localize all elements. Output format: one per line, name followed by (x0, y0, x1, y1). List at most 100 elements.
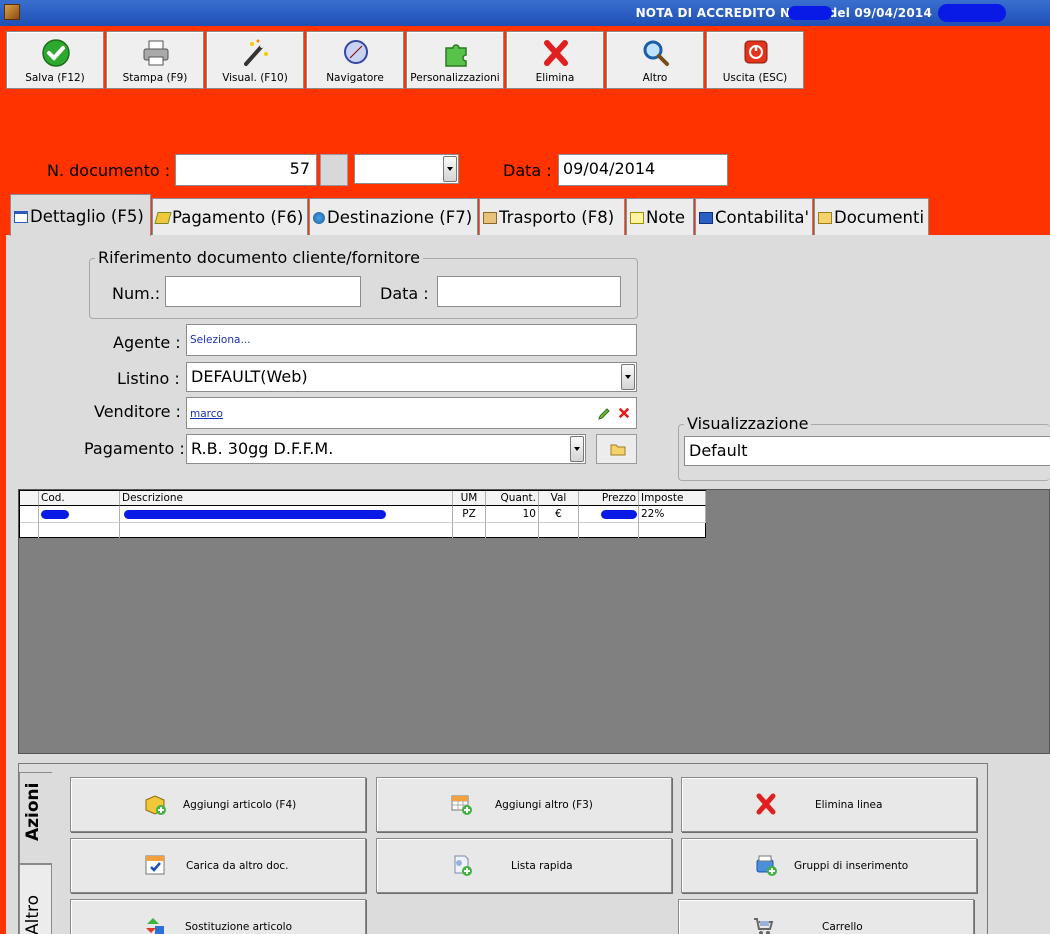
tab-dettaglio[interactable]: Dettaglio (F5) (10, 194, 151, 236)
new-row-cell[interactable] (579, 523, 639, 538)
seller-link[interactable]: marco (190, 408, 223, 420)
col-header-um[interactable]: UM (453, 491, 486, 506)
redaction (124, 510, 386, 519)
seller-field[interactable]: marco (186, 397, 637, 429)
cell-um[interactable]: PZ (453, 506, 486, 523)
tab-pagamento[interactable]: Pagamento (F6) (152, 198, 308, 235)
add-other-button[interactable]: Aggiungi altro (F3) (376, 777, 672, 832)
price-list-value: DEFAULT(Web) (191, 367, 308, 386)
tab-contabilita[interactable]: Contabilita' (695, 198, 813, 235)
check-icon (42, 39, 70, 67)
insert-groups-button[interactable]: Gruppi di inserimento (681, 838, 977, 893)
payment-icon (154, 212, 172, 224)
cell-prezzo[interactable] (579, 506, 639, 523)
doc-number-label: N. documento : (47, 161, 171, 180)
cell-descrizione[interactable] (120, 506, 453, 523)
customize-button[interactable]: Personalizzazioni (406, 31, 504, 89)
save-button[interactable]: Salva (F12) (6, 31, 104, 89)
col-header-imposte[interactable]: Imposte (639, 491, 706, 506)
col-header-prezzo[interactable]: Prezzo (579, 491, 639, 506)
replace-icon (146, 918, 164, 934)
redaction (788, 6, 832, 20)
chevron-down-icon[interactable] (570, 436, 584, 462)
tab-azioni[interactable]: Azioni (19, 772, 52, 864)
date-field[interactable]: 09/04/2014 (558, 154, 728, 186)
doc-number-field[interactable]: 57 (175, 154, 317, 186)
payment-label: Pagamento : (84, 439, 185, 458)
col-header-val[interactable]: Val (539, 491, 579, 506)
row-selector[interactable] (20, 506, 39, 523)
exit-button[interactable]: Uscita (ESC) (706, 31, 804, 89)
cart-button[interactable]: Carrello (678, 899, 974, 934)
cell-quant[interactable]: 10 (486, 506, 539, 523)
new-row-cell[interactable] (20, 523, 39, 538)
power-icon (744, 40, 768, 64)
tab-note[interactable]: Note (626, 198, 694, 235)
folder-icon (610, 444, 626, 456)
doc-series-button[interactable] (320, 154, 348, 186)
ref-num-field[interactable] (165, 276, 361, 307)
view-group-title: Visualizzazione (684, 414, 812, 433)
cell-cod[interactable] (39, 506, 120, 523)
compass-icon (344, 40, 368, 64)
load-from-doc-button[interactable]: Carica da altro doc. (70, 838, 366, 893)
ref-date-label: Data : (380, 284, 429, 303)
agent-field[interactable]: Seleziona... (186, 324, 637, 356)
title-bar: NOTA DI ACCREDITO N. ____ del 09/04/2014 (0, 0, 1050, 26)
note-icon (630, 212, 644, 224)
cell-imposte[interactable]: 22% (639, 506, 706, 523)
globe-icon (313, 212, 325, 224)
magic-wand-icon (244, 39, 268, 66)
chevron-down-icon[interactable] (621, 364, 635, 390)
delete-button[interactable]: Elimina (506, 31, 604, 89)
app-icon[interactable] (4, 4, 20, 20)
cell-val[interactable]: € (539, 506, 579, 523)
new-row-cell[interactable] (39, 523, 120, 538)
quick-list-button[interactable]: Lista rapida (376, 838, 672, 893)
book-icon (699, 212, 713, 224)
new-row-cell[interactable] (453, 523, 486, 538)
package-icon (483, 212, 497, 224)
agent-label: Agente : (113, 333, 181, 352)
grid-corner (20, 491, 39, 506)
navigator-button[interactable]: Navigatore (306, 31, 404, 89)
delete-x-icon (756, 793, 776, 815)
doc-series-combo[interactable] (354, 154, 459, 184)
other-button[interactable]: Altro (606, 31, 704, 89)
printer-icon (143, 40, 169, 66)
ref-date-field[interactable] (437, 276, 621, 307)
preview-button[interactable]: Visual. (F10) (206, 31, 304, 89)
tab-destinazione[interactable]: Destinazione (F7) (309, 198, 478, 235)
new-row-cell[interactable] (486, 523, 539, 538)
new-row-cell[interactable] (120, 523, 453, 538)
col-header-descrizione[interactable]: Descrizione (120, 491, 453, 506)
price-list-combo[interactable]: DEFAULT(Web) (186, 362, 637, 392)
payment-open-button[interactable] (596, 434, 637, 464)
new-row-cell[interactable] (539, 523, 579, 538)
search-icon (643, 40, 669, 66)
tab-documenti[interactable]: Documenti (814, 198, 929, 235)
col-header-quant[interactable]: Quant. (486, 491, 539, 506)
add-article-button[interactable]: Aggiungi articolo (F4) (70, 777, 366, 832)
edit-pencil-icon[interactable] (597, 407, 611, 421)
calendar-icon (14, 211, 28, 223)
redaction (41, 510, 69, 519)
tab-trasporto[interactable]: Trasporto (F8) (479, 198, 625, 235)
seller-label: Venditore : (94, 402, 181, 421)
puzzle-icon (445, 44, 467, 67)
replace-article-button[interactable]: Sostituzione articolo (70, 899, 366, 934)
clear-x-icon[interactable] (618, 407, 630, 419)
items-grid[interactable]: Cod. Descrizione UM Quant. Val Prezzo Im… (19, 490, 706, 538)
group-add-icon (756, 855, 777, 876)
date-label: Data : (503, 161, 552, 180)
tab-altro[interactable]: Altro (19, 864, 52, 934)
delete-line-button[interactable]: Elimina linea (681, 777, 977, 832)
col-header-cod[interactable]: Cod. (39, 491, 120, 506)
reference-group-title: Riferimento documento cliente/fornitore (95, 248, 423, 267)
print-button[interactable]: Stampa (F9) (106, 31, 204, 89)
payment-combo[interactable]: R.B. 30gg D.F.F.M. (186, 434, 586, 464)
view-combo[interactable]: Default (684, 436, 1050, 466)
chevron-down-icon[interactable] (443, 156, 457, 182)
window-title: NOTA DI ACCREDITO N. ____ del 09/04/2014 (635, 6, 932, 20)
checklist-icon (145, 855, 165, 875)
